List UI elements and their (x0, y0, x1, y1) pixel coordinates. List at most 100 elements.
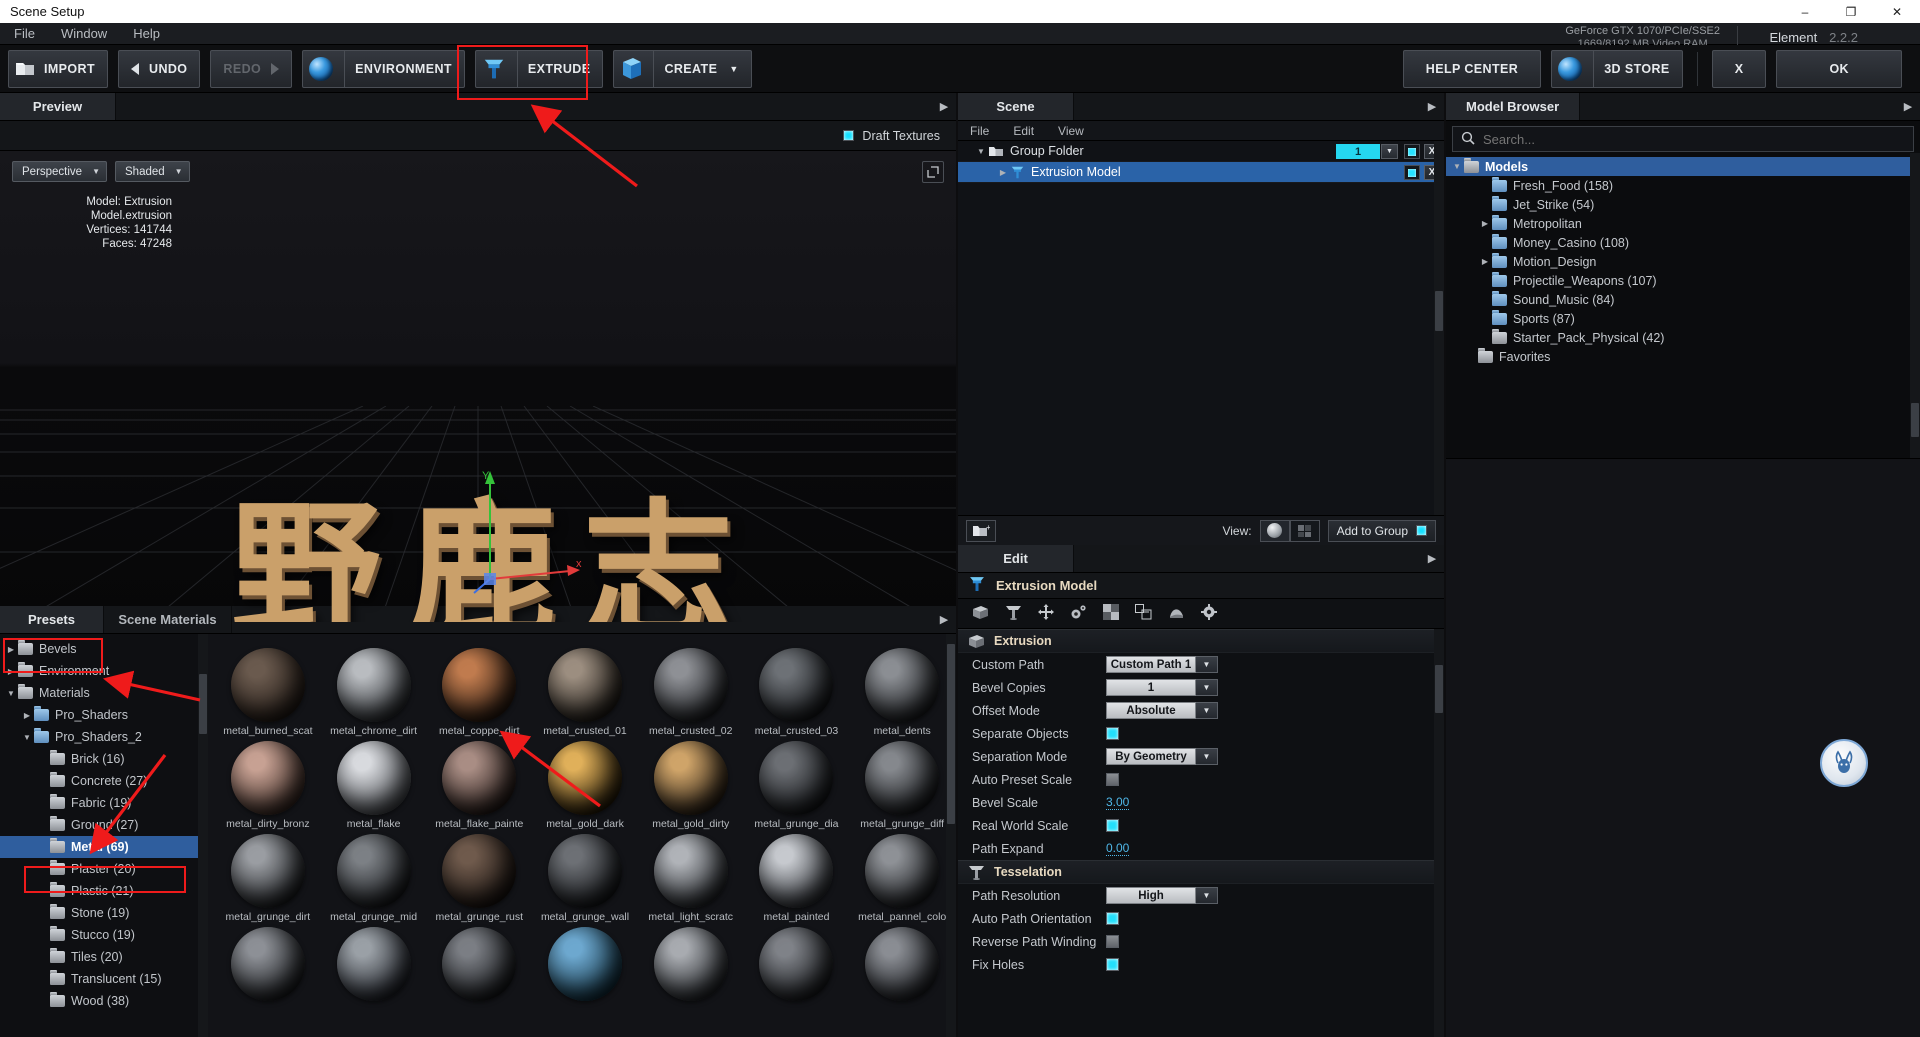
material-grid-scrollbar[interactable] (946, 634, 956, 1037)
disclosure-triangle-icon[interactable]: ▼ (974, 147, 988, 156)
menu-item-window[interactable]: Window (61, 26, 107, 41)
property-checkbox[interactable] (1106, 819, 1119, 832)
disclosure-triangle-icon[interactable]: ▼ (4, 689, 18, 698)
material-swatch[interactable]: metal_grunge_dia (745, 737, 849, 830)
create-button[interactable]: CREATE ▼ (613, 49, 752, 88)
property-checkbox[interactable] (1106, 773, 1119, 786)
panel-expand-icon[interactable]: ▶ (1420, 93, 1444, 120)
property-dropdown[interactable]: By Geometry ▼ (1106, 748, 1218, 765)
material-swatch[interactable]: metal_grunge_diff (850, 737, 954, 830)
disclosure-triangle-icon[interactable]: ▶ (20, 711, 34, 720)
model-browser-tree[interactable]: ▼ Models Fresh_Food (158) Jet_Strike (54) ▶ M… (1446, 157, 1920, 366)
property-dropdown[interactable]: Custom Path 1 ▼ (1106, 656, 1218, 673)
move-icon[interactable] (1038, 604, 1054, 623)
disclosure-triangle-icon[interactable]: ▶ (1478, 219, 1492, 228)
material-swatch[interactable]: metal_grunge_wall (533, 830, 637, 923)
material-tree-item[interactable]: Translucent (15) (0, 968, 208, 990)
material-swatch[interactable]: metal_grunge_mid (322, 830, 426, 923)
material-tree-item[interactable]: Metal (69) (0, 836, 208, 858)
new-folder-button[interactable]: + (966, 519, 996, 542)
material-tree-item[interactable]: Plastic (21) (0, 880, 208, 902)
material-swatch[interactable] (639, 923, 743, 1004)
property-checkbox[interactable] (1106, 935, 1119, 948)
extrude-button[interactable]: EXTRUDE (474, 49, 604, 88)
property-dropdown[interactable]: 1 ▼ (1106, 679, 1218, 696)
material-swatch[interactable]: metal_crusted_02 (639, 644, 743, 737)
material-swatch[interactable]: metal_grunge_rust (427, 830, 531, 923)
model-tree-item[interactable]: ▶ Metropolitan (1446, 214, 1920, 233)
material-tree-item[interactable]: Brick (16) (0, 748, 208, 770)
scene-tree-row[interactable]: ▼ Group Folder 1 ▼ X (958, 141, 1444, 162)
view-sphere-button[interactable] (1259, 519, 1290, 542)
camera-mode-dropdown[interactable]: Perspective ▼ (12, 161, 108, 182)
model-tree-item[interactable]: Sound_Music (84) (1446, 290, 1920, 309)
import-button[interactable]: IMPORT (8, 49, 109, 88)
viewport-3d[interactable]: 野鹿志 Y x Perspective ▼ Shaded ▼ Model: Ex… (0, 151, 956, 622)
tab-model-browser[interactable]: Model Browser (1446, 93, 1581, 120)
maximize-icon[interactable]: ❐ (1828, 0, 1874, 23)
deform-icon[interactable] (1168, 605, 1185, 623)
panel-expand-icon[interactable]: ▶ (932, 606, 956, 633)
edit-scrollbar[interactable] (1434, 629, 1444, 1037)
material-swatch[interactable]: metal_painted (745, 830, 849, 923)
material-tree-item[interactable]: ▶ Pro_Shaders (0, 704, 208, 726)
ok-button[interactable]: OK (1776, 49, 1902, 88)
property-section-header[interactable]: Tesselation (958, 860, 1444, 884)
model-tree-item[interactable]: ▼ Models (1446, 157, 1920, 176)
disclosure-triangle-icon[interactable]: ▼ (1450, 162, 1464, 171)
material-tree-item[interactable]: Stucco (19) (0, 924, 208, 946)
material-swatch[interactable] (850, 923, 954, 1004)
menu-item-file[interactable]: File (14, 26, 35, 41)
view-grid-button[interactable] (1289, 519, 1320, 542)
undo-button[interactable]: UNDO (118, 49, 201, 88)
tab-preview[interactable]: Preview (0, 93, 116, 120)
property-number-value[interactable]: 3.00 (1106, 795, 1130, 810)
material-swatch[interactable]: metal_chrome_dirt (322, 644, 426, 737)
material-swatch[interactable] (216, 923, 320, 1004)
add-to-group-checkbox[interactable] (1416, 525, 1427, 536)
material-tree-item[interactable]: Plaster (20) (0, 858, 208, 880)
scene-tree[interactable]: ▼ Group Folder 1 ▼ X ▶ Extrusion Model X (958, 141, 1444, 183)
disclosure-triangle-icon[interactable]: ▶ (996, 168, 1010, 177)
model-tree-scrollbar[interactable] (1910, 153, 1920, 458)
material-tree-item[interactable]: Stone (19) (0, 902, 208, 924)
scene-menu-view[interactable]: View (1058, 124, 1084, 138)
3d-store-button[interactable]: 3D STORE (1551, 49, 1683, 88)
minimize-icon[interactable]: – (1782, 0, 1828, 23)
material-swatch[interactable]: metal_coppe_dirt (427, 644, 531, 737)
material-tree-item[interactable]: Ground (27) (0, 814, 208, 836)
scene-menu-edit[interactable]: Edit (1013, 124, 1034, 138)
tab-scene[interactable]: Scene (958, 93, 1074, 120)
material-swatch[interactable]: metal_light_scratc (639, 830, 743, 923)
redo-button[interactable]: REDO (210, 49, 293, 88)
model-tree-item[interactable]: Money_Casino (108) (1446, 233, 1920, 252)
scene-tree-row[interactable]: ▶ Extrusion Model X (958, 162, 1444, 183)
help-center-button[interactable]: HELP CENTER (1402, 49, 1542, 88)
disclosure-triangle-icon[interactable]: ▶ (4, 645, 18, 654)
material-swatch[interactable] (533, 923, 637, 1004)
material-tree-item[interactable]: ▼ Pro_Shaders_2 (0, 726, 208, 748)
property-checkbox[interactable] (1106, 912, 1119, 925)
environment-button[interactable]: ENVIRONMENT (302, 49, 465, 88)
disclosure-triangle-icon[interactable]: ▶ (1478, 257, 1492, 266)
material-swatch[interactable]: metal_flake (322, 737, 426, 830)
material-swatch[interactable]: metal_dents (850, 644, 954, 737)
property-number-value[interactable]: 0.00 (1106, 841, 1130, 856)
model-tree-item[interactable]: Jet_Strike (54) (1446, 195, 1920, 214)
scene-scrollbar[interactable] (1434, 141, 1444, 515)
viewport-fullscreen-icon[interactable] (922, 161, 944, 183)
chevron-down-icon[interactable]: ▼ (1381, 144, 1398, 159)
visibility-toggle[interactable] (1404, 144, 1420, 159)
visibility-toggle[interactable] (1404, 165, 1420, 180)
model-search-bar[interactable] (1452, 126, 1914, 152)
material-tree-item[interactable]: Wood (38) (0, 990, 208, 1012)
panel-expand-icon[interactable]: ▶ (932, 93, 956, 120)
property-checkbox[interactable] (1106, 958, 1119, 971)
settings-gear-icon[interactable] (1201, 604, 1217, 623)
shading-mode-dropdown[interactable]: Shaded ▼ (115, 161, 190, 182)
menu-item-help[interactable]: Help (133, 26, 160, 41)
panel-expand-icon[interactable]: ▶ (1896, 93, 1920, 120)
model-tree-item[interactable]: Fresh_Food (158) (1446, 176, 1920, 195)
material-swatch[interactable]: metal_gold_dirty (639, 737, 743, 830)
panel-expand-icon[interactable]: ▶ (1420, 545, 1444, 572)
